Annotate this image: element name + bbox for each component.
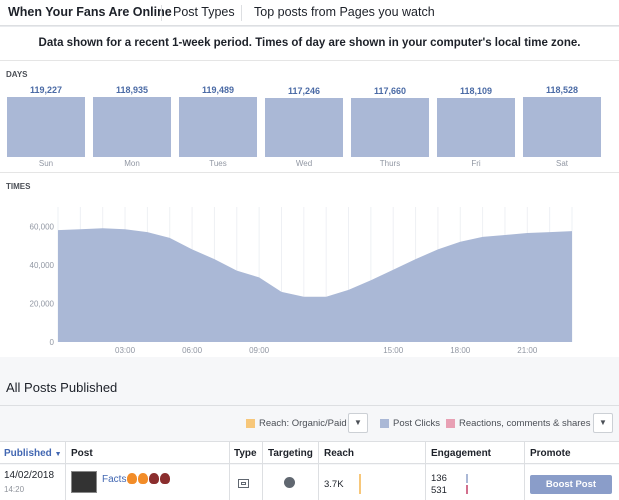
column-divider — [65, 441, 66, 500]
y-tick-label: 20,000 — [30, 299, 55, 308]
post-date: 14/02/2018 — [4, 470, 55, 481]
boost-post-button[interactable]: Boost Post — [530, 475, 612, 494]
day-label-tues: Tues — [209, 159, 227, 168]
column-engagement[interactable]: Engagement — [431, 448, 491, 459]
x-tick-label: 21:00 — [517, 346, 538, 355]
day-label-sun: Sun — [38, 159, 54, 168]
column-divider — [262, 441, 263, 500]
insights-panel: Data shown for a recent 1-week period. T… — [0, 27, 619, 357]
x-tick-label: 18:00 — [450, 346, 471, 355]
day-bar-thurs — [351, 97, 429, 157]
globe-icon — [284, 477, 295, 488]
legend-reactions-label: Reactions, comments & shares — [459, 418, 591, 429]
reactions-bar — [466, 485, 468, 494]
tab-post-types[interactable]: Post Types — [173, 5, 235, 19]
post-clicks-swatch — [380, 419, 389, 428]
column-published[interactable]: Published ▼ — [4, 448, 62, 459]
column-published-label: Published — [4, 448, 52, 459]
emoji-icon — [160, 473, 170, 484]
reactions-swatch — [446, 419, 455, 428]
day-value-fri: 118,109 — [459, 85, 493, 96]
table-row[interactable]: 14/02/2018 14:20 Facts 3.7K 136 531 Boos… — [0, 465, 619, 500]
all-posts-title: All Posts Published — [6, 380, 118, 395]
clicks-bar — [466, 474, 468, 483]
column-promote: Promote — [530, 448, 571, 459]
legend-post-clicks-label: Post Clicks — [393, 418, 440, 429]
y-tick-label: 40,000 — [30, 261, 55, 270]
post-time: 14:20 — [4, 485, 25, 494]
column-divider — [229, 441, 230, 500]
engagement-reactions: 531 — [431, 485, 447, 496]
day-value-sun: 119,227 — [29, 85, 63, 96]
reach-dropdown-button[interactable]: ▼ — [348, 413, 368, 433]
day-bar-mon — [93, 97, 171, 157]
y-tick-label: 60,000 — [30, 222, 55, 231]
time-zone-notice: Data shown for a recent 1-week period. T… — [38, 37, 581, 49]
times-chart: 60,000 40,000 20,000 0 03:00 06:00 09:00 15:00 1… — [30, 207, 573, 355]
emoji-icon — [149, 473, 159, 484]
times-title: TIMES — [6, 182, 31, 191]
column-divider — [524, 441, 525, 500]
photo-type-icon — [238, 479, 249, 488]
reach-bar — [359, 474, 361, 494]
legend-reach-label: Reach: Organic/Paid — [259, 418, 347, 429]
divider — [0, 172, 619, 173]
day-label-fri: Fri — [471, 159, 481, 168]
fire-icon — [127, 473, 137, 484]
day-label-wed: Wed — [295, 159, 313, 168]
chevron-down-icon: ▼ — [354, 418, 362, 427]
sort-down-icon: ▼ — [54, 451, 62, 458]
times-area-series — [58, 228, 572, 342]
engagement-dropdown-button[interactable]: ▼ — [593, 413, 613, 433]
day-label-thurs: Thurs — [379, 159, 401, 168]
column-type[interactable]: Type — [234, 448, 257, 459]
day-bar-sat — [523, 97, 601, 157]
reach-value: 3.7K — [324, 479, 344, 490]
column-reach[interactable]: Reach — [324, 448, 354, 459]
x-tick-label: 06:00 — [182, 346, 203, 355]
days-title: DAYS — [6, 70, 28, 79]
day-label-mon: Mon — [124, 159, 140, 168]
day-bar-fri — [437, 97, 515, 157]
y-tick-label: 0 — [50, 338, 55, 347]
x-tick-label: 03:00 — [115, 346, 136, 355]
x-tick-label: 09:00 — [249, 346, 270, 355]
day-value-sat: 118,528 — [545, 85, 579, 96]
day-bar-tues — [179, 97, 257, 157]
day-value-thurs: 117,660 — [373, 85, 407, 96]
column-divider — [318, 441, 319, 500]
tab-when-fans-online[interactable]: When Your Fans Are Online — [8, 5, 172, 19]
day-label-sat: Sat — [555, 159, 568, 168]
column-divider — [425, 441, 426, 500]
tab-top-posts-pages[interactable]: Top posts from Pages you watch — [254, 5, 435, 19]
chevron-down-icon: ▼ — [599, 418, 607, 427]
tab-bar: When Your Fans Are Online Post Types Top… — [0, 0, 619, 26]
x-tick-label: 15:00 — [383, 346, 404, 355]
day-value-mon: 118,935 — [115, 85, 149, 96]
column-targeting[interactable]: Targeting — [268, 448, 313, 459]
day-value-tues: 119,489 — [201, 85, 235, 95]
reach-swatch — [246, 419, 255, 428]
posts-table-header: Published ▼ Post Type Targeting Reach En… — [0, 441, 619, 464]
tab-divider — [161, 5, 162, 21]
post-thumbnail[interactable] — [71, 471, 97, 493]
day-bar-sun — [7, 97, 85, 157]
post-title-link[interactable]: Facts — [102, 474, 126, 485]
tab-divider — [241, 5, 242, 21]
day-bar-wed — [265, 98, 343, 157]
day-value-wed: 117,246 — [287, 86, 321, 97]
fire-icon — [138, 473, 148, 484]
divider — [0, 60, 619, 61]
divider — [0, 405, 619, 406]
column-post[interactable]: Post — [71, 448, 93, 459]
engagement-clicks: 136 — [431, 473, 447, 484]
